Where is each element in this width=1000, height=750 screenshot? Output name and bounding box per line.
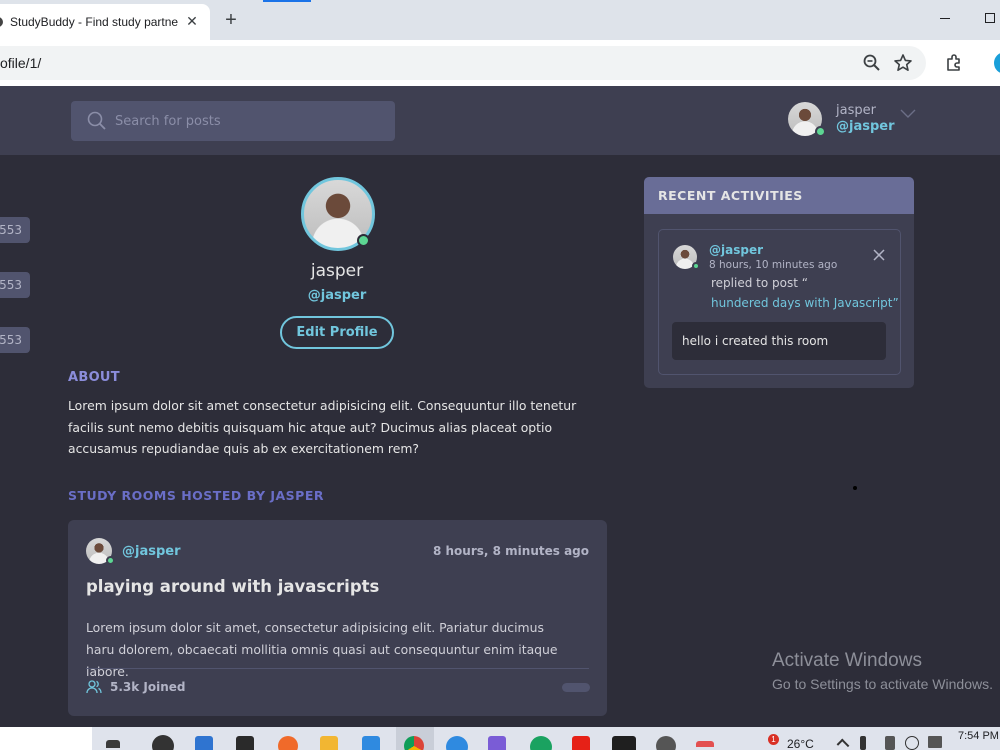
users-icon	[86, 680, 102, 694]
window-maximize-icon[interactable]	[985, 13, 995, 23]
edit-profile-button[interactable]: Edit Profile	[280, 316, 394, 349]
window-minimize-icon[interactable]	[940, 18, 950, 19]
address-url: ofile/1/	[0, 55, 42, 71]
store-icon[interactable]	[195, 736, 213, 750]
activate-windows-title: Activate Windows	[772, 650, 922, 671]
online-status-dot	[106, 556, 115, 565]
favicon-icon	[0, 17, 3, 27]
app-icon-red[interactable]	[696, 741, 714, 747]
search-input[interactable]	[115, 101, 385, 141]
header-user-handle: @jasper	[836, 119, 895, 134]
docker-icon[interactable]	[446, 736, 468, 750]
topic-count-badge[interactable]: 553	[0, 272, 30, 298]
online-status-dot	[357, 234, 370, 247]
bookmark-star-icon[interactable]	[893, 53, 913, 73]
new-tab-button[interactable]: +	[220, 9, 242, 31]
weather-temperature[interactable]: 26°C	[787, 737, 814, 750]
room-author-link[interactable]: @jasper	[122, 544, 181, 559]
room-timestamp: 8 hours, 8 minutes ago	[432, 544, 589, 558]
tab-accent	[263, 0, 311, 2]
activity-user-link[interactable]: @jasper	[709, 243, 763, 257]
battery-icon[interactable]	[860, 736, 866, 750]
tab-close-icon[interactable]: ✕	[182, 12, 202, 32]
obs-icon[interactable]	[656, 736, 676, 750]
online-status-dot	[815, 126, 826, 137]
browser-tab[interactable]: StudyBuddy - Find study partners ✕	[0, 4, 210, 40]
room-title-link[interactable]: playing around with javascripts	[86, 577, 379, 596]
browser-tabstrip: StudyBuddy - Find study partners ✕ +	[0, 0, 1000, 40]
youtube-icon[interactable]	[572, 736, 590, 750]
network-icon[interactable]	[885, 736, 895, 750]
activity-item: @jasper 8 hours, 10 minutes ago replied …	[658, 229, 901, 375]
search-icon	[87, 111, 106, 130]
room-card[interactable]: @jasper 8 hours, 8 minutes ago playing a…	[68, 520, 607, 716]
volume-icon[interactable]	[928, 736, 942, 748]
activities-heading: RECENT ACTIVITIES	[644, 177, 914, 214]
activate-windows-subtitle: Go to Settings to activate Windows.	[772, 676, 993, 692]
address-bar[interactable]: ofile/1/	[0, 46, 926, 80]
clock-time[interactable]: 7:54 PM	[958, 730, 999, 742]
notification-badge: 1	[768, 734, 779, 745]
cursor-dot	[853, 486, 857, 490]
mail-icon[interactable]	[236, 736, 254, 750]
room-participants: 5.3k Joined	[86, 680, 186, 694]
about-text: Lorem ipsum dolor sit amet consectetur a…	[68, 398, 577, 456]
about-heading: ABOUT	[68, 370, 120, 385]
extensions-icon[interactable]	[944, 53, 964, 73]
chevron-down-icon[interactable]	[900, 109, 916, 119]
file-explorer-icon[interactable]	[320, 736, 338, 750]
postman-icon[interactable]	[278, 736, 298, 750]
zoom-icon[interactable]	[862, 53, 882, 73]
profile-handle: @jasper	[307, 288, 367, 303]
recent-activities-panel: RECENT ACTIVITIES @jasper 8 hours, 10 mi…	[644, 177, 914, 388]
task-view-icon[interactable]	[106, 740, 120, 748]
chrome-taskbar-button[interactable]	[396, 727, 434, 750]
app-icon[interactable]	[488, 736, 506, 750]
close-icon[interactable]	[873, 249, 885, 261]
profile-name: jasper	[310, 261, 364, 281]
topic-count-badge[interactable]: 553	[0, 217, 30, 243]
taskbar-search-box[interactable]	[0, 727, 92, 750]
header-user-name: jasper	[836, 103, 876, 118]
activity-action: replied to post “	[711, 276, 808, 290]
fiverr-icon[interactable]	[530, 736, 552, 750]
globe-icon[interactable]	[905, 736, 919, 750]
tray-chevron-up-icon[interactable]	[836, 738, 850, 750]
app-header: jasper @jasper	[0, 86, 1000, 155]
room-joined-count: 5.3k Joined	[110, 680, 186, 694]
topic-count-badge[interactable]: 553	[0, 327, 30, 353]
search-bar[interactable]	[71, 101, 395, 141]
terminal-icon[interactable]	[612, 736, 636, 750]
browser-toolbar: ofile/1/	[0, 40, 1000, 86]
header-user-menu[interactable]: jasper @jasper	[788, 100, 918, 140]
chatgpt-icon[interactable]	[152, 735, 174, 750]
online-status-dot	[692, 262, 700, 270]
hosted-rooms-heading: STUDY ROOMS HOSTED BY JASPER	[68, 488, 325, 503]
windows-taskbar: 1 26°C 7:54 PM	[0, 727, 1000, 750]
vscode-icon[interactable]	[362, 736, 380, 750]
tab-title: StudyBuddy - Find study partners	[10, 15, 178, 29]
activity-reply-text: hello i created this room	[672, 322, 886, 360]
room-divider	[86, 668, 589, 669]
activity-post-link[interactable]: hundered days with Javascript”	[711, 296, 899, 310]
room-description: Lorem ipsum dolor sit amet, consectetur …	[86, 620, 558, 679]
room-topic-tag[interactable]	[562, 683, 590, 692]
activity-timestamp: 8 hours, 10 minutes ago	[709, 259, 838, 271]
chrome-icon	[404, 736, 424, 750]
